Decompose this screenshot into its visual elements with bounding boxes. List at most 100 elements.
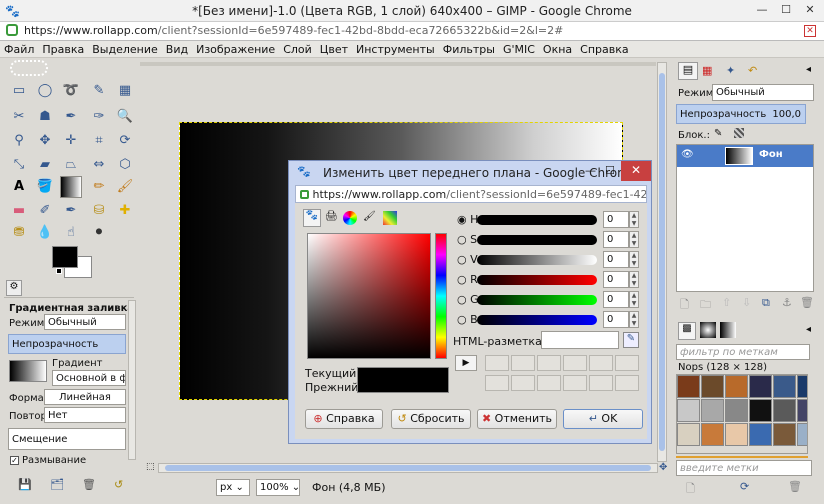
pattern-tags-input[interactable]: введите метки — [676, 460, 812, 476]
bucket-fill-tool-icon[interactable]: 🪣 — [34, 176, 56, 198]
align-tool-icon[interactable]: ✛ — [60, 130, 82, 152]
brushes-tab-icon[interactable] — [700, 322, 716, 338]
shear-tool-icon[interactable]: ▰ — [34, 154, 56, 176]
pattern-item[interactable] — [701, 423, 724, 446]
new-layer-icon[interactable]: 🗋 — [680, 296, 689, 315]
channel-s-slider[interactable] — [477, 235, 597, 245]
menu-image[interactable]: Изображение — [192, 41, 279, 56]
delete-layer-icon[interactable]: 🗑 — [800, 296, 814, 309]
pattern-item[interactable] — [797, 375, 807, 398]
eyedropper-button[interactable]: ✎ — [623, 332, 639, 348]
perspective-tool-icon[interactable]: ⏢ — [60, 154, 82, 176]
gimp-selector-tab-icon[interactable]: 🐾 — [303, 209, 321, 227]
address-bar[interactable]: https://www.rollapp.com/client?sessionId… — [0, 22, 824, 41]
edit-pattern-icon[interactable]: 🗋 — [686, 480, 695, 499]
paths-tool-icon[interactable]: ✒ — [60, 106, 82, 128]
eraser-tool-icon[interactable]: ▬ — [8, 200, 30, 222]
channel-v-value[interactable]: 0 — [603, 251, 629, 268]
horizontal-scroll-thumb[interactable] — [165, 465, 651, 471]
delete-options-icon[interactable]: 🗑 — [82, 478, 96, 491]
foreground-color-swatch-top[interactable] — [52, 246, 78, 268]
layer-visibility-icon[interactable]: 👁 — [681, 149, 694, 160]
free-select-tool-icon[interactable]: ➰ — [60, 80, 82, 102]
heal-tool-icon[interactable]: ✚ — [114, 200, 136, 222]
channel-b-spinner[interactable]: ▲ ▼ — [629, 311, 639, 328]
blur-tool-icon[interactable]: 💧 — [34, 222, 56, 244]
palette-selector-tab-icon[interactable] — [383, 211, 397, 225]
channels-tab-icon[interactable]: ▦ — [702, 64, 712, 77]
refresh-patterns-icon[interactable]: ⟳ — [740, 480, 749, 493]
quick-mask-icon[interactable]: ⬚ — [146, 463, 156, 473]
menu-edit[interactable]: Правка — [38, 41, 88, 56]
channel-v-radio[interactable]: ○ V — [457, 253, 478, 266]
gradient-preview[interactable] — [9, 360, 47, 382]
pattern-filter-input[interactable]: фильтр по меткам — [676, 344, 810, 360]
pattern-item[interactable] — [725, 399, 748, 422]
delete-pattern-icon[interactable]: 🗑 — [788, 480, 802, 493]
foreground-select-tool-icon[interactable]: ☗ — [34, 106, 56, 128]
history-swatch[interactable] — [485, 375, 509, 391]
tool-options-tab-icon[interactable]: ⚙ — [6, 280, 22, 296]
reset-options-icon[interactable]: ↺ — [114, 478, 123, 491]
history-swatch[interactable] — [589, 375, 613, 391]
menu-view[interactable]: Вид — [162, 41, 192, 56]
rect-select-tool-icon[interactable]: ▭ — [8, 80, 30, 102]
channel-g-spinner[interactable]: ▲ ▼ — [629, 291, 639, 308]
wheel-selector-tab-icon[interactable] — [343, 211, 357, 225]
menu-select[interactable]: Выделение — [88, 41, 162, 56]
tool-options-scrollbar[interactable] — [128, 300, 136, 460]
lock-pixels-icon[interactable]: ✎ — [714, 128, 722, 139]
history-swatch[interactable] — [563, 375, 587, 391]
undo-tab-icon[interactable]: ↶ — [748, 64, 757, 77]
history-swatch[interactable] — [511, 375, 535, 391]
pattern-item[interactable] — [701, 375, 724, 398]
watercolor-selector-tab-icon[interactable]: 🖌 — [363, 211, 376, 222]
dialog-maximize-button[interactable]: ☐ — [605, 164, 615, 177]
pattern-item[interactable] — [701, 399, 724, 422]
pencil-tool-icon[interactable]: ✏ — [88, 176, 110, 198]
minimize-button[interactable]: — — [750, 2, 774, 19]
menu-filters[interactable]: Фильтры — [439, 41, 499, 56]
ok-button[interactable]: ↵ OK — [563, 409, 643, 429]
unit-select[interactable]: px ⌄ — [216, 479, 250, 496]
save-options-icon[interactable]: 💾 — [18, 478, 32, 491]
history-swatch[interactable] — [615, 355, 639, 371]
channel-g-value[interactable]: 0 — [603, 291, 629, 308]
pattern-item[interactable] — [773, 423, 796, 446]
dither-checkbox[interactable]: ✓ — [10, 456, 19, 465]
menu-tools[interactable]: Инструменты — [352, 41, 439, 56]
pattern-item[interactable] — [677, 399, 700, 422]
blend-tool-icon[interactable] — [60, 176, 82, 198]
layers-tab-icon[interactable]: ▤ — [678, 62, 698, 80]
zoom-tool-icon[interactable]: 🔍 — [114, 106, 136, 128]
patterns-menu-icon[interactable]: ◂ — [806, 324, 811, 335]
restore-options-icon[interactable]: 🗂 — [50, 478, 64, 491]
text-tool-icon[interactable]: A — [8, 176, 30, 198]
history-swatch[interactable] — [537, 355, 561, 371]
fuzzy-select-tool-icon[interactable]: ✎ — [88, 80, 110, 102]
pattern-item[interactable] — [773, 399, 796, 422]
menu-file[interactable]: Файл — [0, 41, 38, 56]
opacity-slider[interactable]: Непрозрачность — [8, 334, 126, 354]
airbrush-tool-icon[interactable]: ✐ — [34, 200, 56, 222]
cmyk-selector-tab-icon[interactable]: 🖨 — [325, 211, 338, 222]
select-by-color-tool-icon[interactable]: ▦ — [114, 80, 136, 102]
ink-tool-icon[interactable]: ✒ — [60, 200, 82, 222]
channel-g-slider[interactable] — [477, 295, 597, 305]
default-colors-icon[interactable] — [56, 268, 62, 274]
scissors-select-tool-icon[interactable]: ✂ — [8, 106, 30, 128]
menu-windows[interactable]: Окна — [539, 41, 576, 56]
vertical-scroll-thumb[interactable] — [659, 73, 665, 451]
menu-layer[interactable]: Слой — [279, 41, 316, 56]
html-notation-input[interactable] — [541, 331, 619, 349]
close-button[interactable]: ✕ — [798, 2, 822, 19]
flip-tool-icon[interactable]: ⇔ — [88, 154, 110, 176]
history-swatch[interactable] — [615, 375, 639, 391]
raise-layer-icon[interactable]: ⇧ — [722, 296, 731, 309]
channel-s-spinner[interactable]: ▲ ▼ — [629, 231, 639, 248]
layer-row[interactable]: 👁 Фон — [677, 145, 813, 167]
history-swatch[interactable] — [537, 375, 561, 391]
channel-h-spinner[interactable]: ▲ ▼ — [629, 211, 639, 228]
zoom-select[interactable]: 100% ⌄ — [256, 479, 300, 496]
crop-tool-icon[interactable]: ⌗ — [88, 130, 110, 152]
